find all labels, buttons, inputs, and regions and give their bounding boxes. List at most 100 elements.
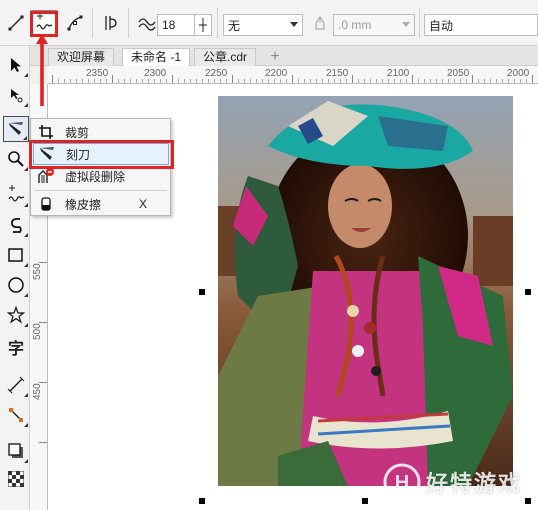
ruler-tick [424, 79, 425, 83]
ruler-tick [226, 79, 227, 83]
menu-item-knife[interactable]: 刻刀 [33, 143, 169, 165]
ruler-tick [508, 79, 509, 83]
ruler-label: 2150 [326, 68, 349, 79]
ruler-tick [520, 79, 521, 83]
knife-tool-flyout-menu: 裁剪 刻刀 虚拟段删除 橡皮擦 X [30, 118, 171, 216]
tab-untitled-1[interactable]: 未命名 -1 [122, 48, 191, 66]
parallel-dimension-tool-button[interactable] [3, 372, 29, 398]
outline-width-input[interactable]: .0 mm [333, 14, 415, 36]
nib-size-input[interactable]: 18 [157, 14, 195, 36]
ruler-tick [112, 75, 113, 83]
auto-select-value: 自动 [429, 18, 454, 33]
polygon-tool-button[interactable] [3, 302, 29, 328]
ruler-tick [244, 79, 245, 83]
ruler-tick [406, 79, 407, 83]
menu-separator [35, 190, 167, 191]
ruler-tick [448, 79, 449, 83]
ruler-label: 2250 [205, 68, 228, 79]
auto-select[interactable]: 自动 [424, 14, 538, 36]
menu-item-virtual-segment-delete[interactable]: 虚拟段删除 [33, 165, 169, 187]
plus-icon: + [270, 48, 280, 65]
menu-item-crop[interactable]: 裁剪 [33, 121, 169, 143]
flyout-indicator-icon [24, 233, 28, 237]
ruler-tick [220, 79, 221, 83]
ellipse-tool-button[interactable] [3, 272, 29, 298]
line-style-select[interactable]: 无 [223, 14, 303, 36]
ruler-tick [39, 382, 47, 383]
ruler-tick [382, 79, 383, 83]
selection-handle[interactable] [525, 498, 531, 504]
fashion-photo-image[interactable] [218, 96, 513, 486]
selection-handle[interactable] [362, 498, 368, 504]
selection-handle[interactable] [199, 498, 205, 504]
ruler-label: 2350 [86, 68, 109, 79]
flyout-indicator-icon [24, 203, 28, 207]
ruler-tick [418, 79, 419, 83]
virtual-segment-delete-icon [35, 166, 57, 186]
pick-tool-button[interactable] [3, 52, 29, 78]
ruler-tick [496, 79, 497, 83]
tab-seal-cdr[interactable]: 公章.cdr [194, 48, 257, 66]
tab-label: 未命名 -1 [131, 50, 182, 64]
zoom-tool-button[interactable] [3, 146, 29, 172]
bezier-cut-mode-button[interactable] [62, 10, 88, 36]
text-tool-button[interactable]: 字 [3, 334, 29, 360]
selection-handle[interactable] [199, 289, 205, 295]
shape-tool-button[interactable] [3, 82, 29, 108]
ruler-tick [358, 79, 359, 83]
line-style-value: 无 [228, 18, 241, 33]
knife-tool-button[interactable] [3, 116, 29, 142]
watermark-text: 好特游戏 [426, 471, 523, 496]
drop-shadow-tool-button[interactable] [3, 438, 29, 464]
horizontal-ruler[interactable]: 2350 2300 2250 2200 2150 2100 2050 2000 [48, 66, 538, 84]
ruler-label: 550 [32, 263, 43, 280]
freehand-cut-icon [36, 13, 53, 30]
ruler-tick [142, 79, 143, 83]
menu-item-eraser[interactable]: 橡皮擦 X [33, 193, 169, 215]
freehand-tool-button[interactable] [3, 182, 29, 208]
tab-welcome-screen[interactable]: 欢迎屏幕 [48, 48, 115, 66]
crop-icon [35, 122, 57, 142]
ruler-tick [532, 75, 533, 83]
ruler-tick [190, 79, 191, 83]
ruler-tick [274, 79, 275, 83]
ruler-tick [52, 75, 53, 83]
ruler-tick [490, 79, 491, 83]
selection-handle[interactable] [525, 289, 531, 295]
two-point-line-mode-button[interactable] [3, 10, 29, 36]
connector-icon [9, 408, 23, 422]
checkerboard-icon [8, 471, 24, 487]
flyout-indicator-icon [24, 393, 28, 397]
ruler-tick [184, 79, 185, 83]
svg-text:H: H [395, 472, 409, 494]
ruler-tick [328, 79, 329, 83]
nib-size-value: 18 [162, 18, 176, 32]
nib-size-spinner[interactable] [194, 14, 212, 36]
menu-item-label: 裁剪 [65, 125, 90, 140]
connector-tool-button[interactable] [3, 402, 29, 428]
wave-icon [138, 18, 156, 31]
tab-label: 欢迎屏幕 [57, 50, 106, 64]
artistic-media-tool-button[interactable] [3, 212, 29, 238]
new-tab-button[interactable]: + [267, 49, 283, 65]
property-bar: 18 无 .0 mm 自动 [0, 0, 538, 46]
rectangle-tool-button[interactable] [3, 242, 29, 268]
ruler-tick [202, 79, 203, 83]
ruler-tick [484, 79, 485, 83]
ruler-tick [39, 262, 47, 263]
cut-gap-icon [105, 16, 117, 30]
ruler-label: 2100 [387, 68, 410, 79]
toolbar-separator [128, 8, 129, 38]
ruler-tick [178, 79, 179, 83]
ruler-tick [370, 79, 371, 83]
ruler-label: 500 [32, 323, 43, 340]
flyout-indicator-icon [24, 103, 28, 107]
outline-pen-button[interactable] [307, 10, 333, 36]
app-window: 18 无 .0 mm 自动 欢迎屏幕 未命名 -1 公章.cdr + 字 235… [0, 0, 538, 510]
flyout-indicator-icon [24, 167, 28, 171]
flyout-indicator-icon [24, 263, 28, 267]
cut-across-gaps-button[interactable] [98, 10, 124, 36]
transparency-tool-button[interactable] [3, 466, 29, 492]
freehand-cut-mode-button[interactable] [31, 10, 57, 36]
dimension-line-icon [7, 376, 25, 394]
